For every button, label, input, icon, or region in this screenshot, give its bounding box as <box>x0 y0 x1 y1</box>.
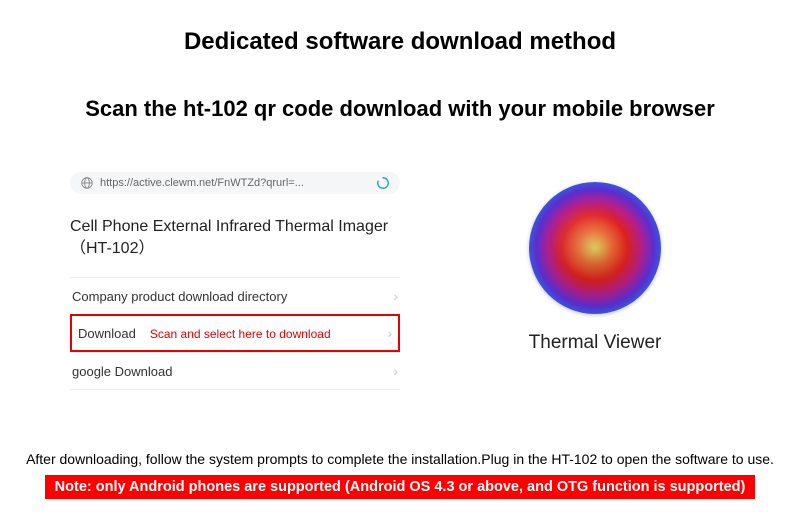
chevron-right-icon: › <box>387 325 392 341</box>
download-menu: Company product download directory › Dow… <box>70 277 400 390</box>
menu-item-label: Company product download directory <box>72 289 287 304</box>
menu-item-google-download[interactable]: google Download › <box>70 352 400 390</box>
page-subtitle: Scan the ht-102 qr code download with yo… <box>0 96 800 122</box>
menu-item-label: Download <box>78 326 136 341</box>
page-title: Dedicated software download method <box>0 0 800 56</box>
globe-icon <box>80 176 94 190</box>
content-row: https://active.clewm.net/FnWTZd?qrurl=..… <box>0 172 800 390</box>
app-panel: Thermal Viewer <box>460 182 730 354</box>
product-name: Cell Phone External Infrared Thermal Ima… <box>70 216 400 259</box>
footer-warning-note: Note: only Android phones are supported … <box>45 475 756 499</box>
loading-spinner-icon <box>376 176 390 190</box>
url-text: https://active.clewm.net/FnWTZd?qrurl=..… <box>100 177 370 189</box>
phone-screenshot-panel: https://active.clewm.net/FnWTZd?qrurl=..… <box>70 172 400 390</box>
menu-item-download-highlighted[interactable]: Download Scan and select here to downloa… <box>70 314 400 352</box>
footer-instruction: After downloading, follow the system pro… <box>20 451 780 467</box>
app-name: Thermal Viewer <box>460 332 730 354</box>
chevron-right-icon: › <box>393 288 398 304</box>
download-callout-note: Scan and select here to download <box>150 327 331 341</box>
menu-item-label: google Download <box>72 364 172 379</box>
footer: After downloading, follow the system pro… <box>0 451 800 499</box>
thermal-viewer-app-icon <box>529 182 661 314</box>
chevron-right-icon: › <box>393 363 398 379</box>
menu-item-company-directory[interactable]: Company product download directory › <box>70 277 400 314</box>
browser-url-bar[interactable]: https://active.clewm.net/FnWTZd?qrurl=..… <box>70 172 400 194</box>
